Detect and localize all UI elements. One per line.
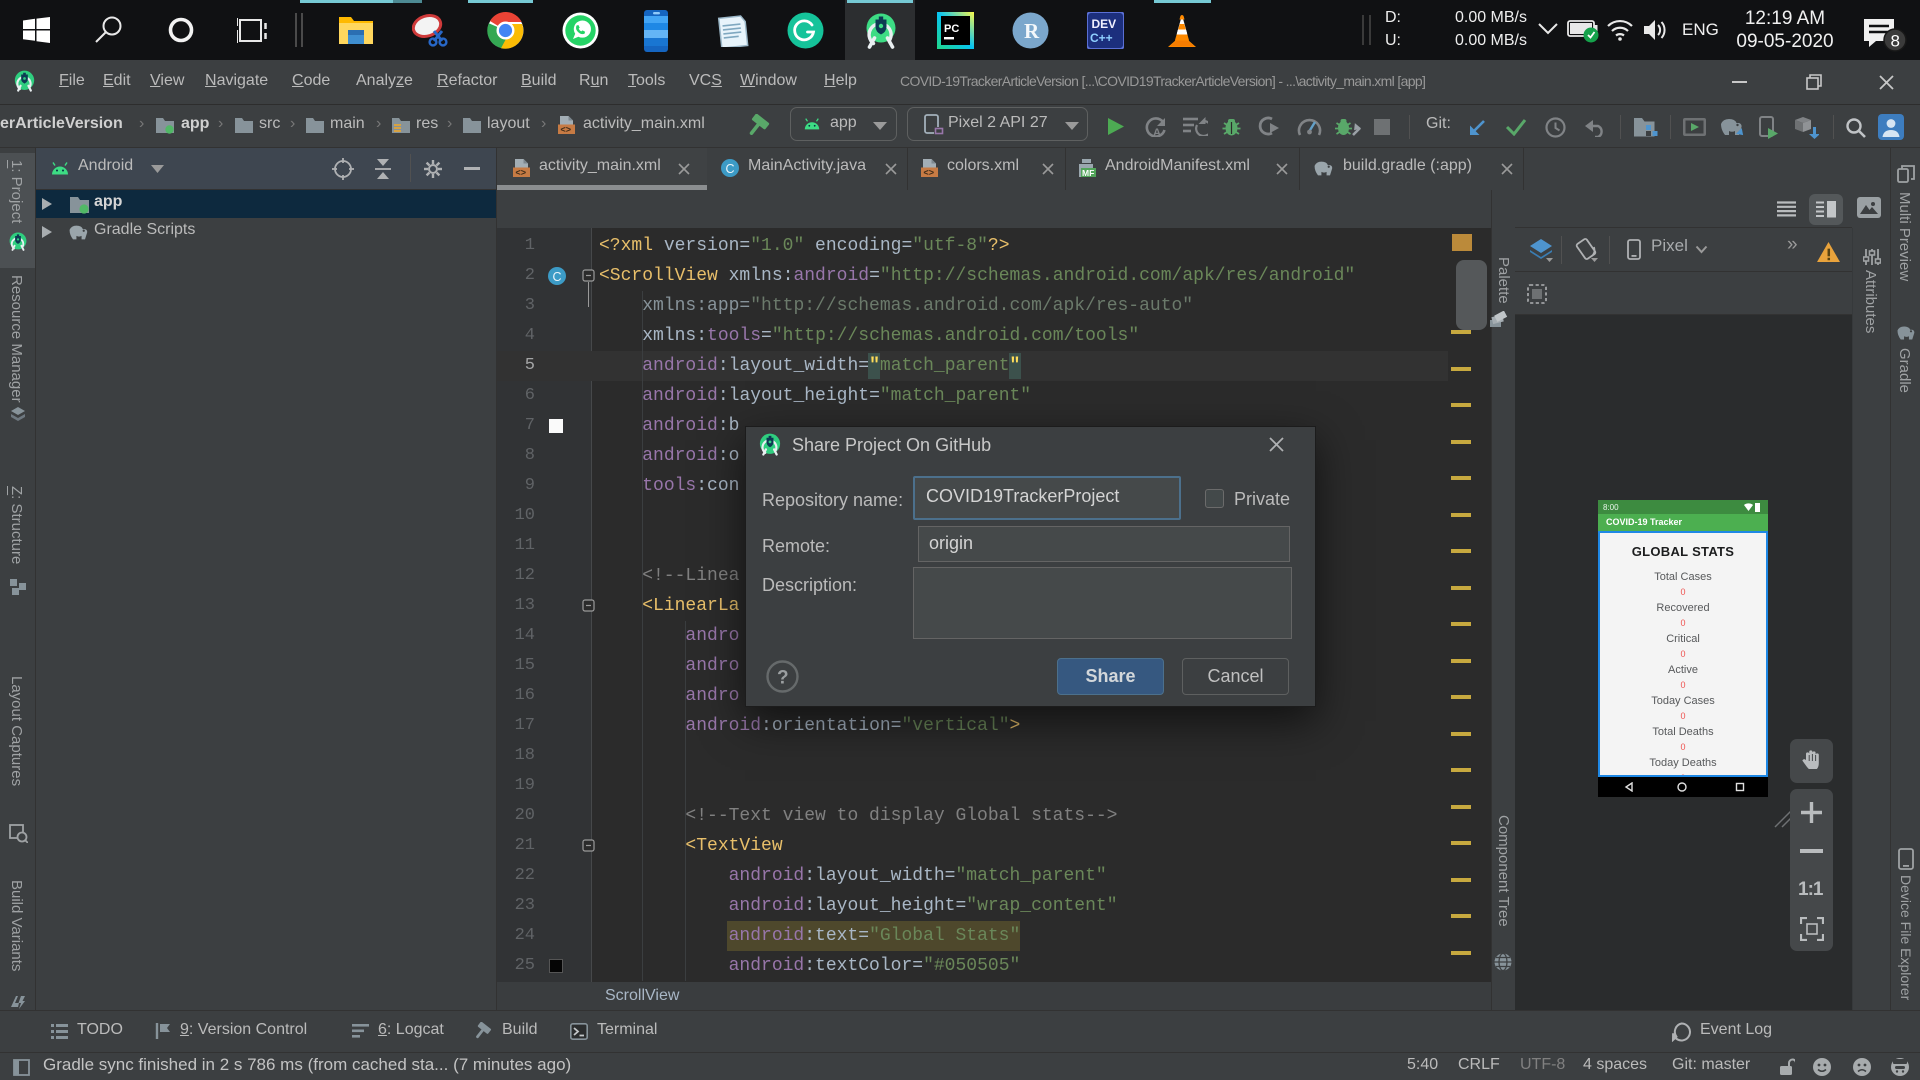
svg-text:A: A bbox=[1153, 127, 1161, 137]
svg-text:DEV: DEV bbox=[1092, 17, 1117, 31]
svg-text:<>: <> bbox=[560, 126, 571, 136]
svg-text:8: 8 bbox=[1891, 32, 1900, 51]
svg-text:<>: <> bbox=[923, 169, 934, 179]
svg-text:R: R bbox=[1024, 19, 1040, 43]
svg-text:MF: MF bbox=[1082, 168, 1094, 178]
svg-text:<>: <> bbox=[515, 169, 526, 179]
svg-text:C: C bbox=[553, 270, 562, 284]
svg-text:?: ? bbox=[777, 668, 789, 689]
svg-text:C++: C++ bbox=[1090, 31, 1113, 45]
svg-text:PC: PC bbox=[944, 23, 959, 35]
svg-text:C: C bbox=[726, 162, 735, 176]
